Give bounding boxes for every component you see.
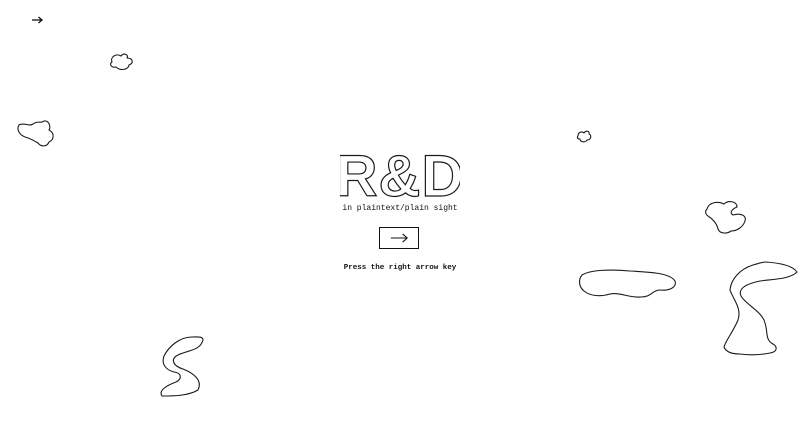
right-arrow-icon [32, 16, 43, 24]
squiggle-shape-right [723, 261, 798, 356]
blob-shape-top-left [110, 53, 133, 70]
decorative-blob-layer [17, 53, 798, 397]
page-title-text: R&D [340, 144, 460, 202]
blob-shape-left [17, 120, 54, 147]
blob-shape-right-flat [579, 269, 676, 298]
landing-stage: R&D in plaintext/plain sight Press the r… [0, 0, 800, 445]
squiggle-shape-left [160, 336, 204, 397]
blob-shape-right-upper [705, 201, 746, 234]
keyboard-hint: Press the right arrow key [343, 264, 457, 272]
page-subtitle: in plaintext/plain sight [342, 204, 458, 213]
blob-shape-small-right [576, 130, 592, 143]
page-title: R&D [335, 140, 464, 209]
right-arrow-icon [390, 233, 408, 243]
next-button[interactable] [379, 227, 419, 249]
